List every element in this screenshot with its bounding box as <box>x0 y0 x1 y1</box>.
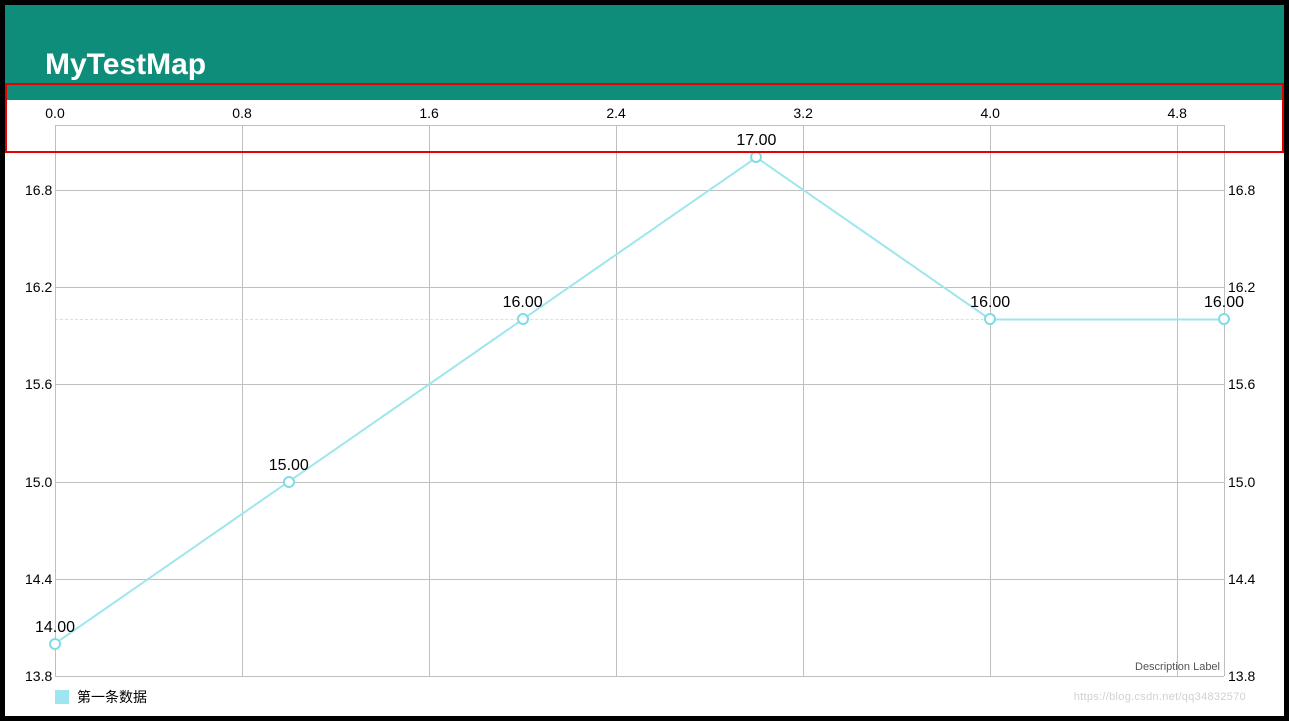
gridline-vertical <box>1224 125 1225 676</box>
x-axis-tick-label: 0.8 <box>232 105 251 121</box>
gridline-vertical <box>990 125 991 676</box>
legend-swatch <box>55 690 69 704</box>
watermark-text: https://blog.csdn.net/qq34832570 <box>1074 691 1246 703</box>
y-axis-left-tick-label: 13.8 <box>25 668 51 684</box>
gridline-horizontal <box>55 676 1224 677</box>
app-title: MyTestMap <box>45 48 206 82</box>
y-axis-right-tick-label: 13.8 <box>1228 668 1260 684</box>
chart-limit-line <box>55 319 1224 320</box>
chart-data-label: 16.00 <box>970 294 1010 312</box>
chart-data-label: 15.00 <box>269 456 309 474</box>
chart-data-point[interactable] <box>517 313 529 325</box>
y-axis-left-tick-label: 16.2 <box>25 279 51 295</box>
y-axis-right-tick-label: 16.2 <box>1228 279 1260 295</box>
gridline-vertical <box>616 125 617 676</box>
y-axis-left-tick-label: 15.0 <box>25 474 51 490</box>
gridline-vertical <box>55 125 56 676</box>
y-axis-right-tick-label: 15.0 <box>1228 474 1260 490</box>
chart-data-label: 17.00 <box>736 132 776 150</box>
gridline-horizontal <box>55 125 1224 126</box>
y-axis-left-tick-label: 15.6 <box>25 376 51 392</box>
chart-data-point[interactable] <box>1218 313 1230 325</box>
y-axis-right-tick-label: 15.6 <box>1228 376 1260 392</box>
gridline-vertical <box>803 125 804 676</box>
chart-data-point[interactable] <box>49 638 61 650</box>
chart-area[interactable]: 0.0 0.8 1.6 2.4 3.2 4.0 4.8 13.8 13.8 14.4 14.4 15.… <box>25 100 1264 711</box>
gridline-vertical <box>242 125 243 676</box>
gridline-horizontal <box>55 287 1224 288</box>
x-axis-tick-label: 0.0 <box>45 105 64 121</box>
chart-plot: 0.00.81.62.43.24.04.813.813.814.414.415.… <box>55 125 1224 676</box>
gridline-vertical <box>429 125 430 676</box>
chart-description-label: Description Label <box>1135 661 1220 673</box>
x-axis-tick-label: 4.0 <box>980 105 999 121</box>
x-axis-tick-label: 2.4 <box>606 105 625 121</box>
x-axis-tick-label: 3.2 <box>793 105 812 121</box>
app-bar: MyTestMap <box>5 5 1284 100</box>
gridline-vertical <box>1177 125 1178 676</box>
x-axis-tick-label: 4.8 <box>1168 105 1187 121</box>
gridline-horizontal <box>55 579 1224 580</box>
chart-data-point[interactable] <box>283 476 295 488</box>
chart-data-label: 16.00 <box>503 294 543 312</box>
gridline-horizontal <box>55 190 1224 191</box>
y-axis-left-tick-label: 14.4 <box>25 571 51 587</box>
y-axis-right-tick-label: 14.4 <box>1228 571 1260 587</box>
gridline-horizontal <box>55 482 1224 483</box>
chart-data-label: 14.00 <box>35 618 75 636</box>
x-axis-tick-label: 1.6 <box>419 105 438 121</box>
chart-legend: 第一条数据 <box>55 687 147 707</box>
chart-data-label: 16.00 <box>1204 294 1244 312</box>
gridline-horizontal <box>55 384 1224 385</box>
y-axis-right-tick-label: 16.8 <box>1228 182 1260 198</box>
chart-data-point[interactable] <box>984 313 996 325</box>
y-axis-left-tick-label: 16.8 <box>25 182 51 198</box>
chart-line-series <box>55 125 1224 676</box>
chart-data-point[interactable] <box>750 151 762 163</box>
legend-label: 第一条数据 <box>77 687 147 707</box>
